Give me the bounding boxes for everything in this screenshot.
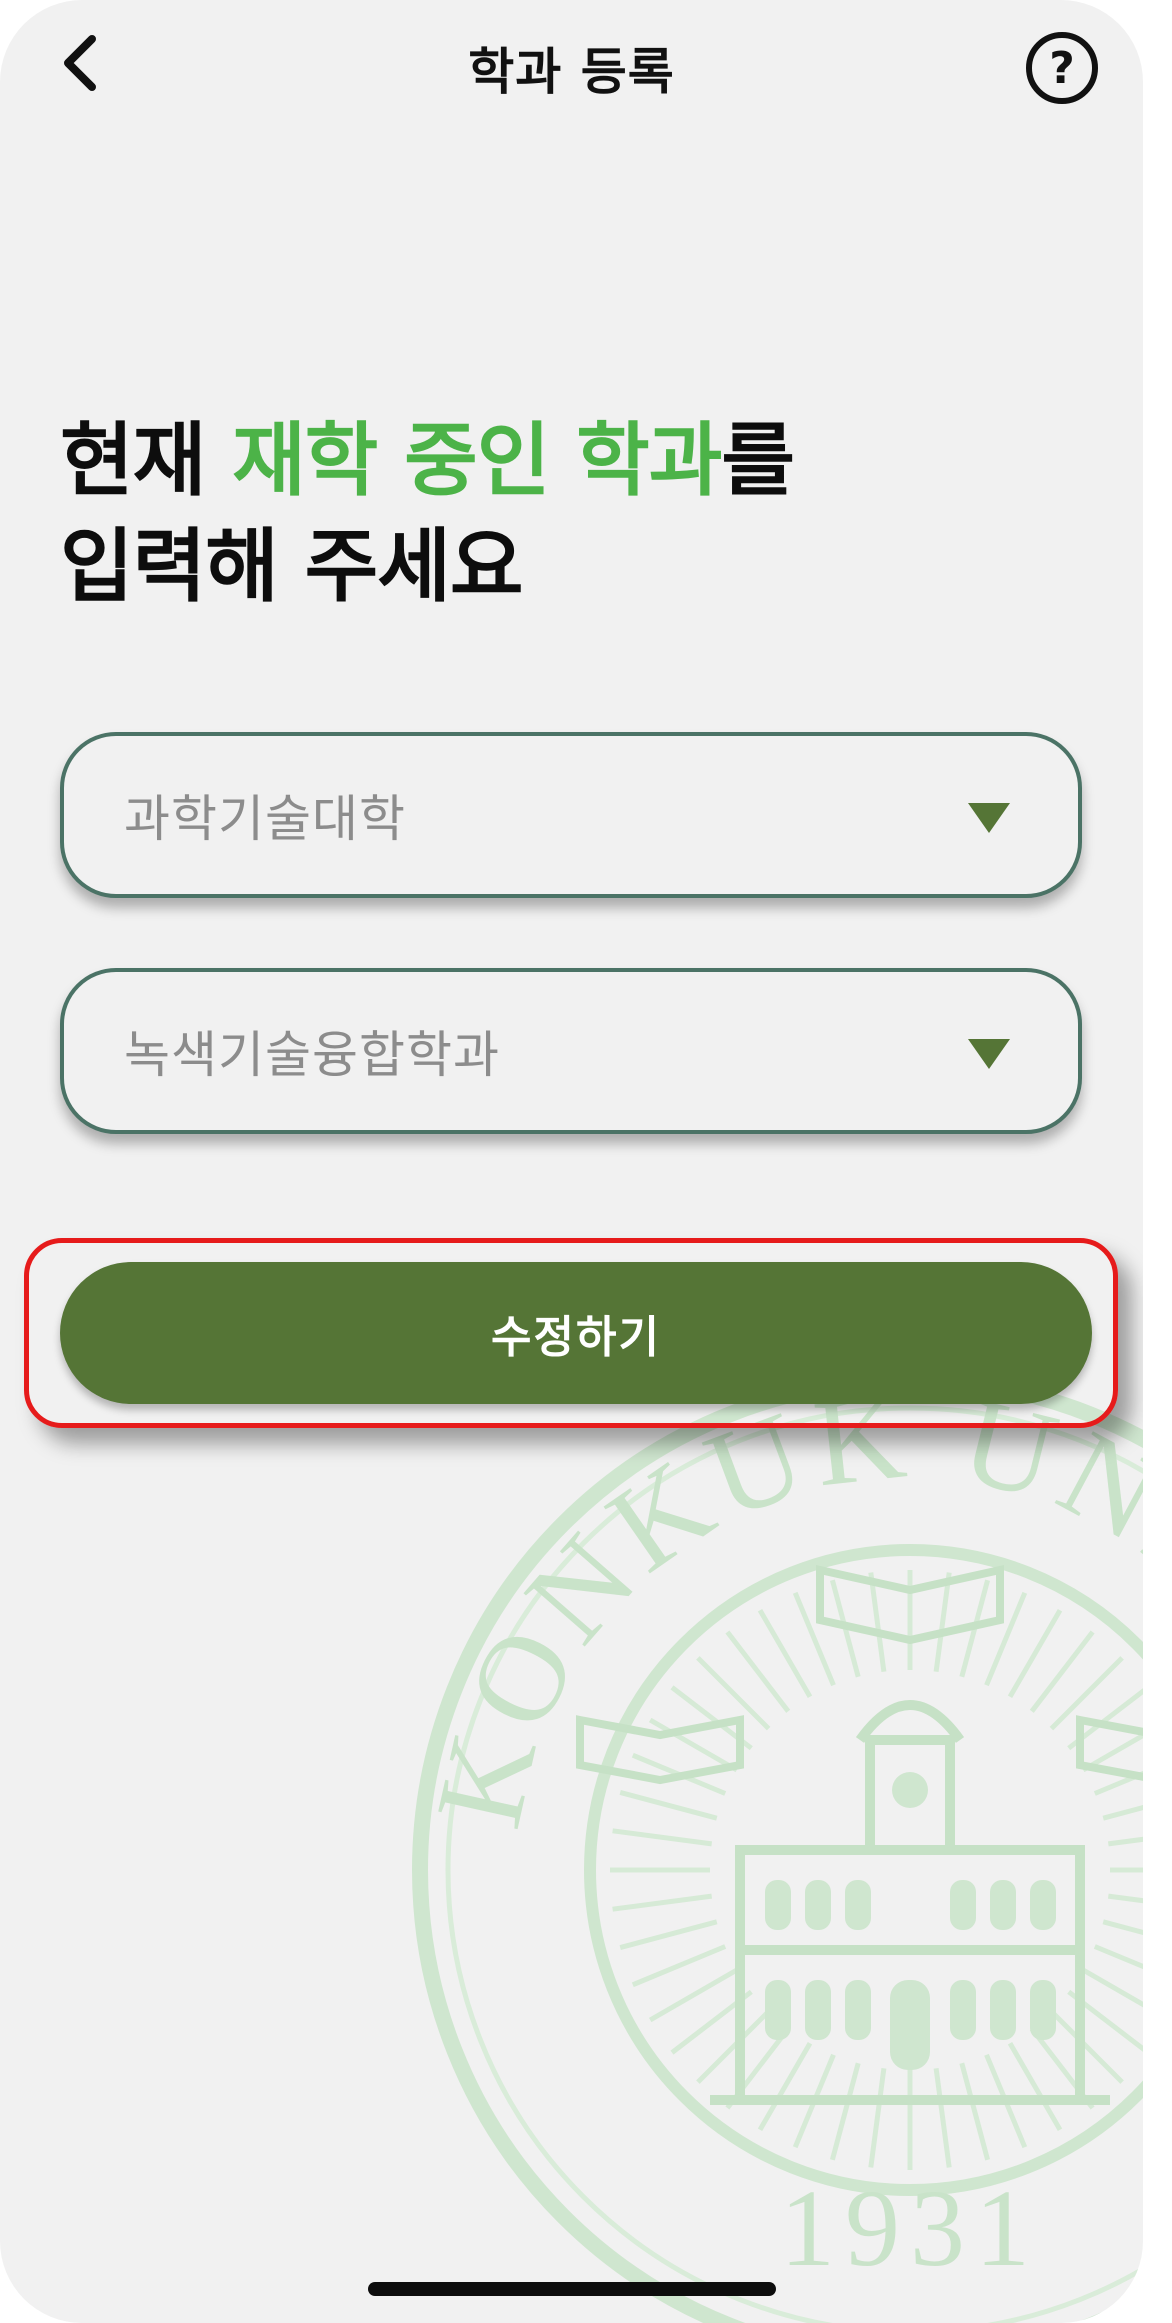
department-select-value: 녹색기술융합학과: [124, 1026, 500, 1084]
page-heading: 현재 재학 중인 학과를 입력해 주세요: [60, 408, 795, 620]
svg-text:KONKUK UNIVERSITY: KONKUK UNIVERSITY: [409, 1366, 1143, 1897]
submit-button[interactable]: 수정하기: [60, 1262, 1092, 1404]
help-button[interactable]: ?: [1024, 30, 1100, 106]
app-screen: KONKUK UNIVERSITY: [0, 0, 1143, 2323]
university-seal-watermark: KONKUK UNIVERSITY: [409, 1366, 1143, 2323]
heading-line-1: 현재 재학 중인 학과를: [60, 408, 795, 514]
svg-text:?: ?: [1049, 43, 1075, 94]
seal-arc-text: KONKUK UNIVERSITY: [409, 1366, 1143, 1897]
college-select[interactable]: 과학기술대학: [60, 732, 1082, 898]
heading-line-2: 입력해 주세요: [60, 520, 523, 613]
question-circle-icon: ?: [1026, 32, 1098, 104]
triangle-down-icon: [968, 1039, 1010, 1069]
home-indicator[interactable]: [368, 2282, 776, 2296]
heading-accent: 재학 중인 학과: [232, 414, 722, 507]
department-select[interactable]: 녹색기술융합학과: [60, 968, 1082, 1134]
page-title: 학과 등록: [468, 43, 675, 101]
heading-prefix: 현재: [60, 414, 233, 507]
college-select-value: 과학기술대학: [124, 790, 406, 848]
heading-suffix: 를: [721, 414, 795, 507]
seal-year: 1931: [780, 2167, 1040, 2289]
triangle-down-icon: [968, 803, 1010, 833]
